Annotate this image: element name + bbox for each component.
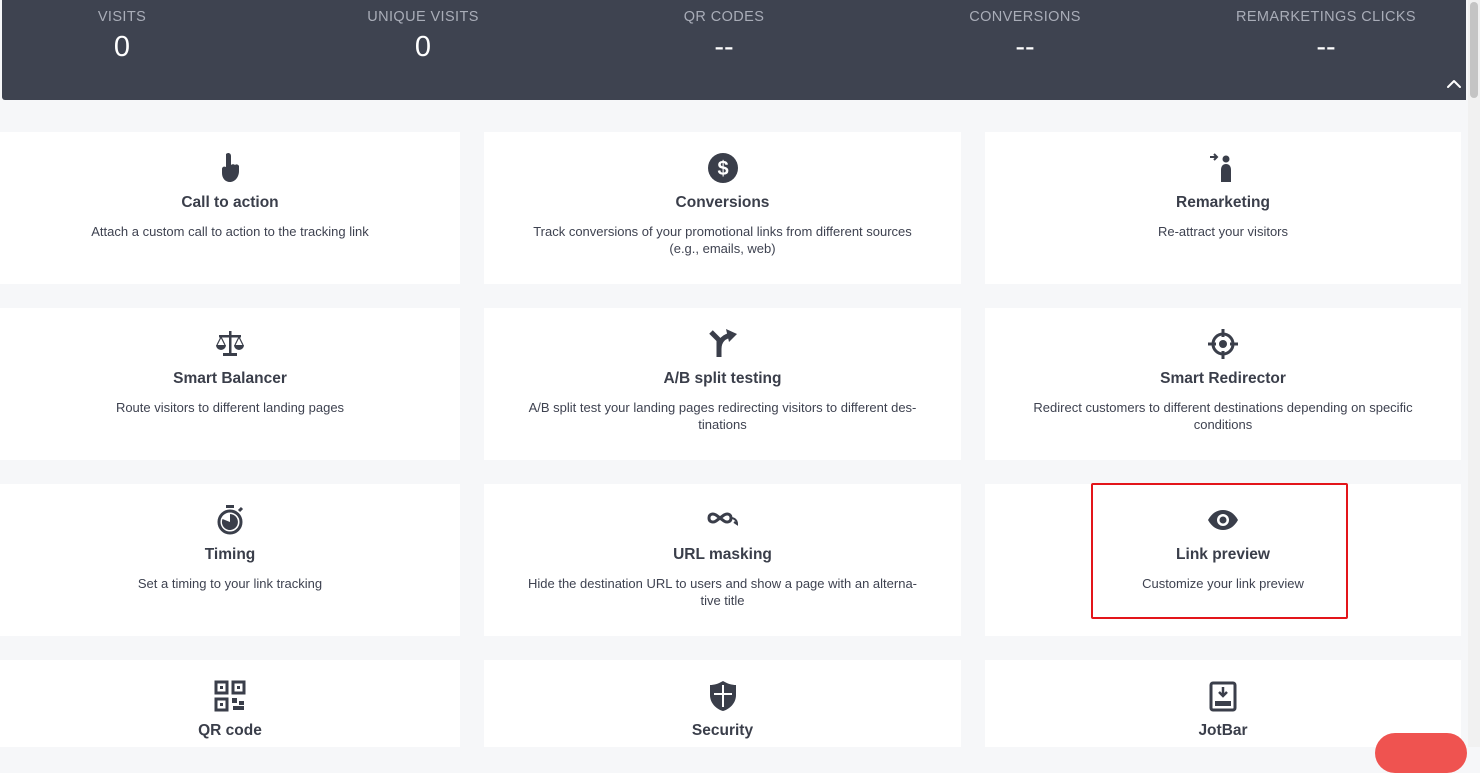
feature-card-link-preview[interactable]: Link preview Customize your link preview — [985, 484, 1461, 636]
stat-visits: VISITS 0 — [2, 0, 242, 63]
feature-title: Timing — [204, 546, 256, 563]
dollar-coin-icon: $ — [707, 153, 738, 183]
vertical-scrollbar[interactable] — [1468, 0, 1480, 747]
hand-pointer-icon — [222, 152, 239, 182]
stat-remarketing-clicks: REMARKETINGS CLICKS -- — [1206, 0, 1446, 63]
stat-conversions: CONVERSIONS -- — [905, 0, 1145, 63]
feature-card-ab-split-testing[interactable]: A/B split testing A/B split test your la… — [484, 308, 961, 460]
feature-title: A/B split testing — [663, 370, 782, 387]
chat-widget-button[interactable] — [1375, 733, 1467, 773]
feature-description: A/B split test your landing pages redire… — [528, 400, 917, 432]
feature-card-smart-redirector[interactable]: Smart Redirector Redirect customers to d… — [985, 308, 1461, 460]
feature-description: Route visitors to different landing page… — [115, 400, 345, 415]
stat-label: UNIQUE VISITS — [367, 9, 479, 25]
feature-description: Redirect customers to different destinat… — [1033, 400, 1413, 432]
shield-icon — [709, 681, 736, 711]
stopwatch-icon — [217, 505, 244, 535]
jotbar-icon — [1209, 681, 1237, 712]
feature-title: Call to action — [181, 194, 279, 211]
feature-description: Attach a custom call to action to the tr… — [91, 224, 369, 239]
feature-card-timing[interactable]: Timing Set a timing to your link trackin… — [0, 484, 460, 636]
feature-description: Customize your link preview — [1142, 576, 1304, 591]
feature-title: QR code — [198, 722, 262, 739]
crosshair-icon — [1208, 329, 1238, 359]
stat-value: 0 — [113, 31, 131, 63]
stat-label: VISITS — [97, 9, 147, 25]
feature-card-qr-code[interactable]: QR code — [0, 660, 460, 747]
feature-title: Remarketing — [1176, 194, 1270, 211]
stat-value: -- — [714, 31, 734, 63]
stat-label: QR CODES — [683, 9, 765, 25]
feature-title: Security — [691, 722, 754, 739]
stat-qr-codes: QR CODES -- — [604, 0, 844, 63]
stat-value: 0 — [414, 31, 432, 63]
feature-card-conversions[interactable]: $ Conversions Track conversions of your … — [484, 132, 961, 284]
scrollbar-thumb[interactable] — [1470, 2, 1478, 98]
stat-label: REMARKETINGS CLICKS — [1235, 9, 1417, 25]
feature-card-url-masking[interactable]: URL masking Hide the destination URL to … — [484, 484, 961, 636]
user-return-icon — [1210, 153, 1231, 182]
feature-description: Hide the destination URL to users and sh… — [527, 576, 918, 608]
feature-card-call-to-action[interactable]: Call to action Attach a custom call to a… — [0, 132, 460, 284]
feature-title: URL masking — [673, 546, 772, 563]
chevron-up-icon[interactable] — [1446, 76, 1462, 92]
feature-description: Track conversions of your promotional li… — [533, 224, 912, 256]
split-arrow-icon — [708, 329, 737, 357]
feature-description: Re-attract your visitors — [1157, 224, 1289, 239]
stat-value: -- — [1316, 31, 1336, 63]
stats-bar: VISITS 0 UNIQUE VISITS 0 QR CODES -- CON… — [2, 0, 1466, 100]
feature-title: Smart Redirector — [1160, 370, 1286, 387]
feature-title: Link preview — [1176, 546, 1270, 563]
stat-label: CONVERSIONS — [969, 9, 1081, 25]
feature-card-remarketing[interactable]: Remarketing Re-attract your visitors — [985, 132, 1461, 284]
balance-scale-icon — [216, 331, 244, 356]
stat-unique-visits: UNIQUE VISITS 0 — [303, 0, 543, 63]
eye-icon — [1208, 510, 1238, 530]
feature-title: Smart Balancer — [173, 370, 287, 387]
stat-value: -- — [1015, 31, 1035, 63]
feature-card-smart-balancer[interactable]: Smart Balancer Route visitors to differe… — [0, 308, 460, 460]
feature-title: Conversions — [675, 194, 770, 211]
qr-code-icon — [214, 680, 246, 712]
svg-text:$: $ — [717, 158, 728, 180]
mask-icon — [706, 512, 738, 526]
feature-card-security[interactable]: Security — [484, 660, 961, 747]
feature-description: Set a timing to your link tracking — [137, 576, 323, 591]
